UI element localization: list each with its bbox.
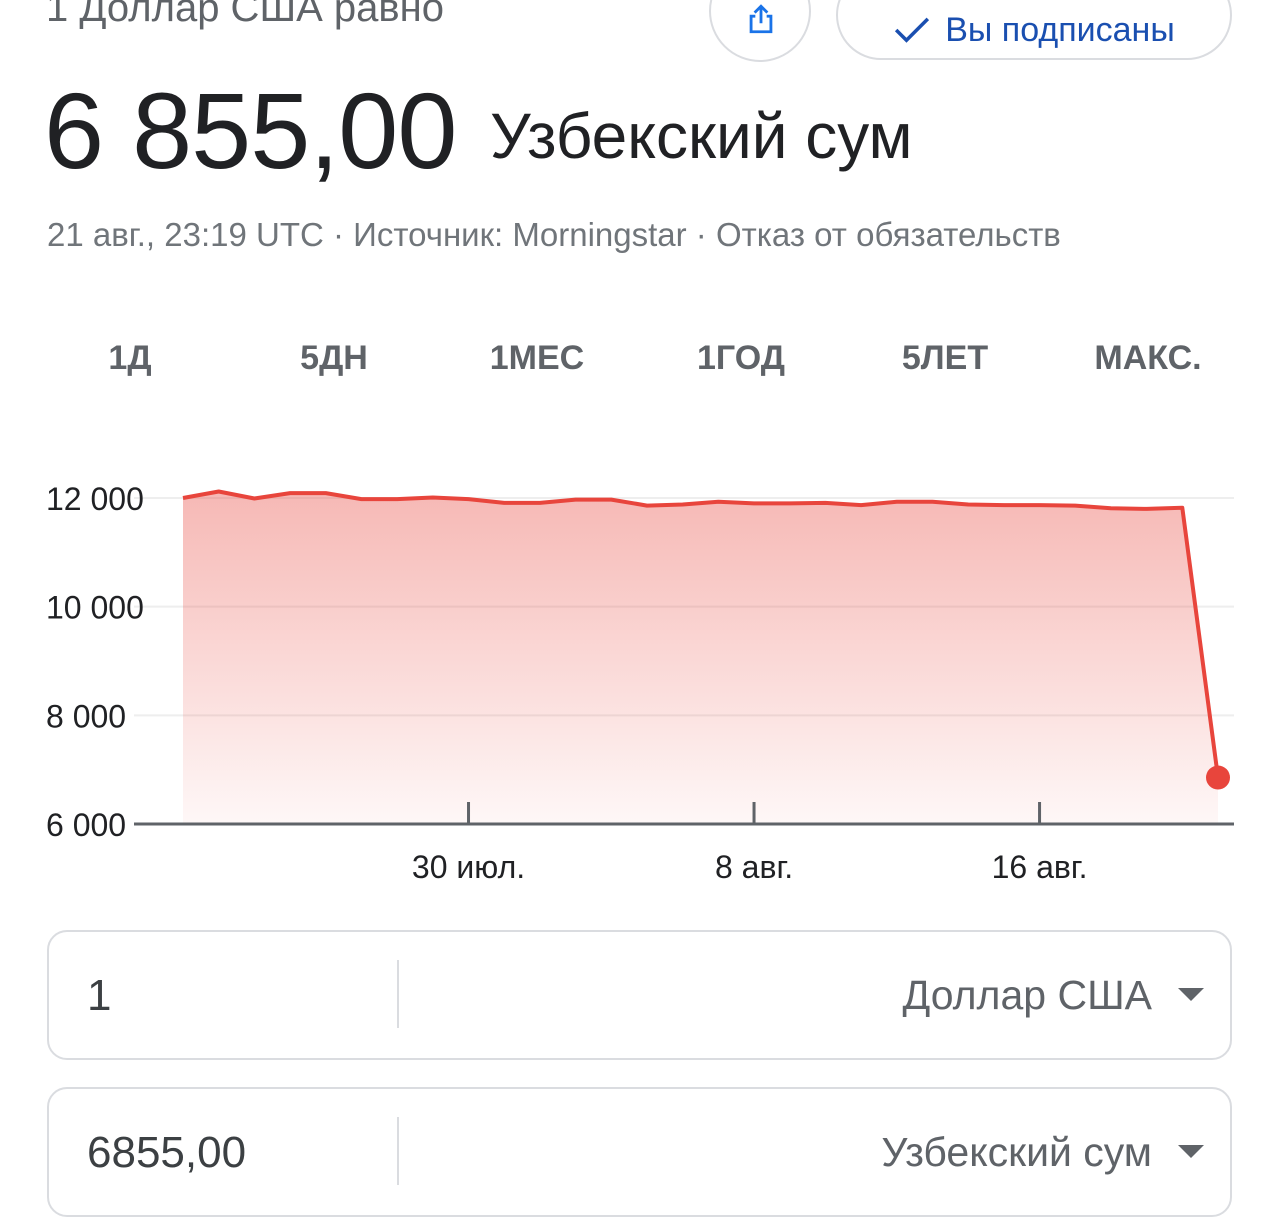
currency-select-from[interactable]: Доллар США <box>409 932 1230 1058</box>
exchange-rate-value: 6 855,00 <box>44 70 457 191</box>
amount-input-to[interactable]: 6855,00 <box>87 1089 246 1215</box>
y-tick-label: 8 000 <box>46 698 126 734</box>
x-tick-label: 8 авг. <box>715 849 793 885</box>
meta-separator: · <box>323 216 354 253</box>
tab-max[interactable]: МАКС. <box>1082 322 1214 394</box>
disclaimer-link[interactable]: Отказ от обязательств <box>716 216 1061 253</box>
amount-input-from[interactable]: 1 <box>87 932 111 1058</box>
converter-from: 1 Доллар США <box>47 930 1232 1060</box>
y-tick-label: 10 000 <box>46 590 144 626</box>
chart-area <box>183 491 1218 824</box>
share-button[interactable] <box>709 0 811 62</box>
divider <box>397 960 399 1028</box>
currency-label-from: Доллар США <box>902 972 1152 1018</box>
rate-source: Источник: Morningstar <box>353 216 687 253</box>
currency-label-to: Узбекский сум <box>881 1129 1152 1175</box>
tab-1m[interactable]: 1МЕС <box>474 322 600 394</box>
tab-1d[interactable]: 1Д <box>70 322 190 394</box>
y-tick-label: 6 000 <box>46 807 126 843</box>
checkmark-icon <box>895 17 930 43</box>
tab-1y[interactable]: 1ГОД <box>676 322 806 394</box>
share-icon <box>749 4 773 34</box>
rate-meta: 21 авг., 23:19 UTC · Источник: Morningst… <box>47 216 1061 254</box>
x-tick-label: 16 авг. <box>992 849 1088 885</box>
exchange-rate-chart: 12 000 10 000 8 000 6 000 30 июл. 8 авг. 16 ав… <box>46 481 1234 885</box>
subscribed-button[interactable]: Вы подписаны <box>836 0 1232 60</box>
x-tick-label: 30 июл. <box>412 849 525 885</box>
exchange-rate-unit: Узбекский сум <box>490 100 913 172</box>
dropdown-arrow-icon <box>1178 1145 1204 1158</box>
page-title: 1 Доллар США равно <box>46 0 444 30</box>
converter-to: 6855,00 Узбекский сум <box>47 1087 1232 1217</box>
subscribed-label: Вы подписаны <box>945 10 1175 49</box>
tab-5y[interactable]: 5ЛЕТ <box>880 322 1010 394</box>
dropdown-arrow-icon <box>1178 988 1204 1001</box>
currency-select-to[interactable]: Узбекский сум <box>409 1089 1230 1215</box>
time-range-tabs: 1Д 5ДН 1МЕС 1ГОД 5ЛЕТ МАКС. <box>0 322 1280 394</box>
y-tick-label: 12 000 <box>46 481 144 517</box>
tab-5d[interactable]: 5ДН <box>272 322 396 394</box>
divider <box>397 1117 399 1185</box>
last-point-marker <box>1206 765 1230 790</box>
rate-timestamp: 21 авг., 23:19 UTC <box>47 216 324 253</box>
meta-separator: · <box>686 216 716 253</box>
